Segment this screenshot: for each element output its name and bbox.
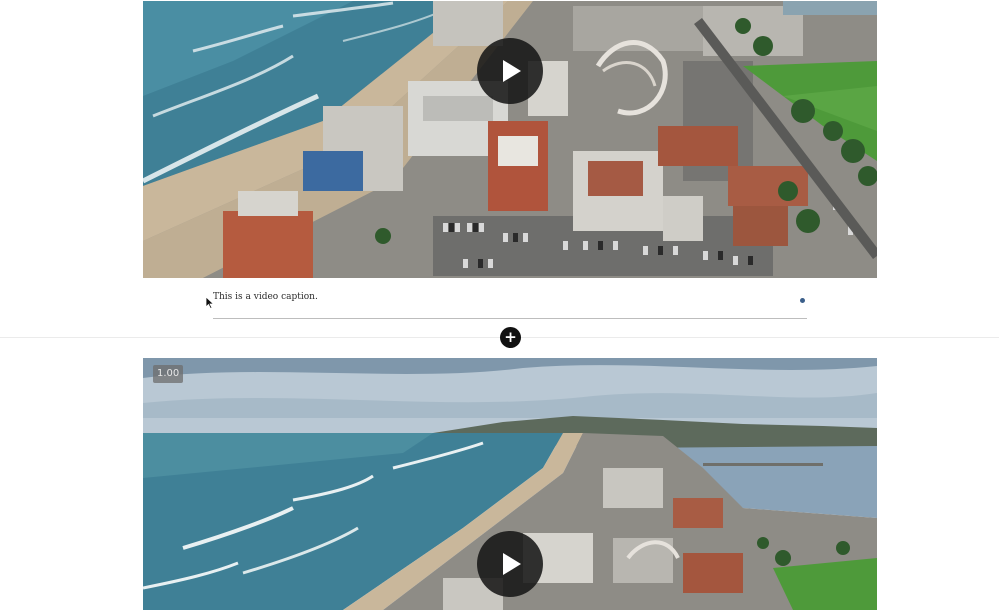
play-button-bottom[interactable]	[477, 531, 543, 597]
arrow-cursor-icon	[206, 297, 214, 309]
add-block-button[interactable]: +	[500, 327, 521, 348]
playback-speed-badge[interactable]: 1.00	[153, 365, 184, 383]
caption-status-dot	[800, 298, 805, 303]
play-icon	[503, 553, 521, 575]
video-block-top[interactable]	[143, 1, 877, 278]
video-block-bottom[interactable]: 1.00	[143, 358, 877, 610]
play-button-top[interactable]	[477, 38, 543, 104]
play-icon	[503, 60, 521, 82]
editor-page: This is a video caption. + 1.00	[0, 0, 999, 610]
video-caption-field[interactable]: This is a video caption.	[213, 290, 807, 319]
video-caption-text[interactable]: This is a video caption.	[213, 292, 318, 302]
